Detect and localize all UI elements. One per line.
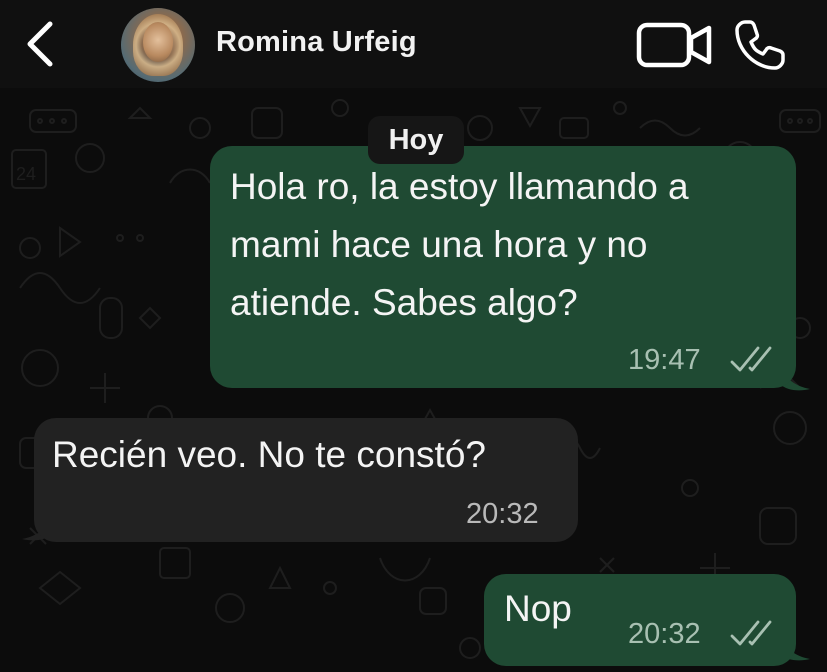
message-text-line: Nop xyxy=(504,588,572,629)
message-bubble-outgoing[interactable]: Nop 20:32 xyxy=(484,574,796,666)
message-text-line: atiende. Sabes algo? xyxy=(230,282,578,323)
voice-call-button[interactable] xyxy=(733,18,787,72)
message-timestamp: 19:47 xyxy=(628,344,701,376)
video-camera-icon xyxy=(636,22,712,68)
date-divider: Hoy xyxy=(368,116,464,164)
avatar-face xyxy=(143,22,173,62)
message-bubble-incoming[interactable]: Recién veo. No te constó? 20:32 xyxy=(34,418,578,542)
message-timestamp: 20:32 xyxy=(466,498,539,530)
chat-screen: Romina Urfeig 24 Hoy Hola ro, la estoy l… xyxy=(0,0,827,672)
chat-header: Romina Urfeig xyxy=(0,0,827,88)
contact-avatar[interactable] xyxy=(121,8,195,82)
phone-icon xyxy=(735,20,785,70)
double-check-icon xyxy=(730,620,772,646)
chevron-left-icon xyxy=(27,21,53,67)
message-text-line: Recién veo. No te constó? xyxy=(52,434,486,475)
double-check-icon xyxy=(730,346,772,372)
message-text-line: mami hace una hora y no xyxy=(230,224,648,265)
message-bubble-outgoing[interactable]: Hola ro, la estoy llamando a mami hace u… xyxy=(210,146,796,388)
message-text-line: Hola ro, la estoy llamando a xyxy=(230,166,689,207)
back-button[interactable] xyxy=(20,18,64,70)
contact-name[interactable]: Romina Urfeig xyxy=(216,26,417,59)
video-call-button[interactable] xyxy=(636,22,714,68)
svg-text:24: 24 xyxy=(16,164,36,184)
message-timestamp: 20:32 xyxy=(628,618,701,650)
